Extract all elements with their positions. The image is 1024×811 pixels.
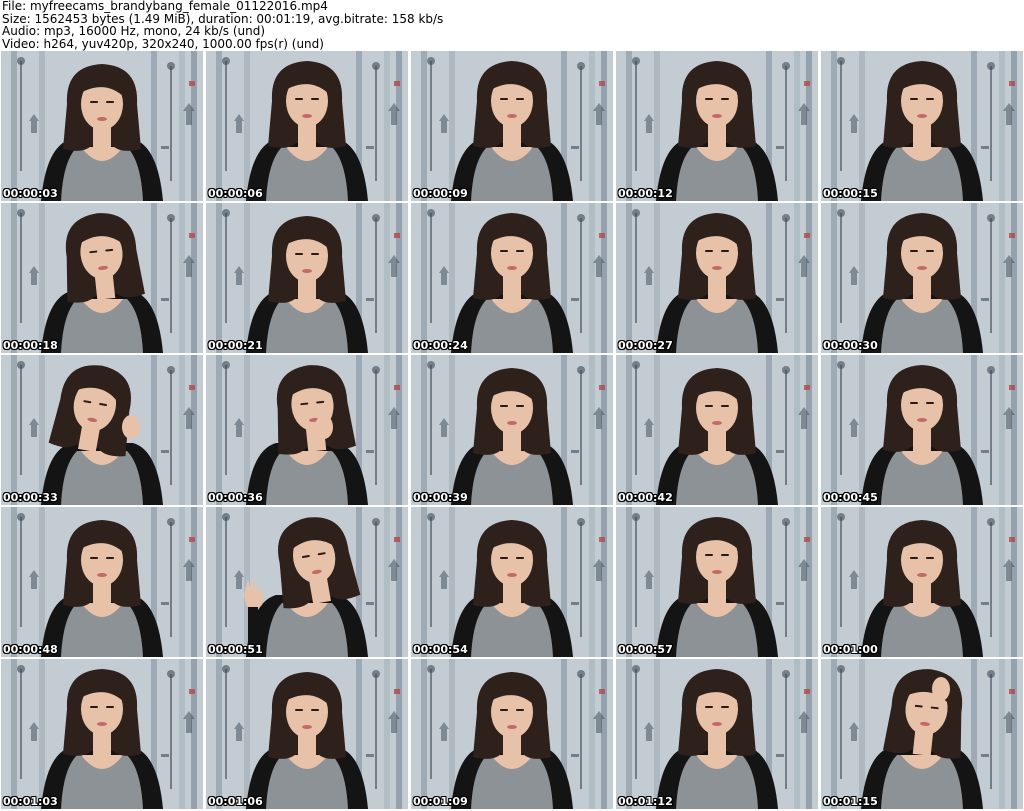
video-frame-thumbnail: 00:01:03	[1, 659, 203, 809]
frame-image	[206, 659, 408, 809]
frame-image	[821, 507, 1023, 657]
frame-image	[616, 659, 818, 809]
frame-timestamp: 00:00:24	[413, 339, 468, 352]
video-frame-thumbnail: 00:00:24	[411, 203, 613, 353]
frame-timestamp: 00:01:15	[823, 795, 878, 808]
frame-image	[411, 507, 613, 657]
frame-timestamp: 00:00:27	[618, 339, 673, 352]
thumbnail-grid: 00:00:03 00:00:06 00:00:09 00:00:12 00:00:15…	[1, 51, 1023, 810]
video-frame-thumbnail: 00:00:57	[616, 507, 818, 657]
frame-image	[821, 203, 1023, 353]
frame-timestamp: 00:00:36	[208, 491, 263, 504]
frame-timestamp: 00:00:12	[618, 187, 673, 200]
video-info: Video: h264, yuv420p, 320x240, 1000.00 f…	[2, 36, 324, 51]
video-frame-thumbnail: 00:00:15	[821, 51, 1023, 201]
frame-timestamp: 00:01:12	[618, 795, 673, 808]
frame-image	[411, 203, 613, 353]
frame-timestamp: 00:00:51	[208, 643, 263, 656]
frame-timestamp: 00:01:03	[3, 795, 58, 808]
video-frame-thumbnail: 00:01:09	[411, 659, 613, 809]
frame-image	[411, 659, 613, 809]
frame-image	[206, 51, 408, 201]
frame-timestamp: 00:01:00	[823, 643, 878, 656]
video-frame-thumbnail: 00:01:06	[206, 659, 408, 809]
frame-image	[821, 355, 1023, 505]
frame-timestamp: 00:00:48	[3, 643, 58, 656]
video-frame-thumbnail: 00:00:51	[206, 507, 408, 657]
frame-image	[206, 355, 408, 505]
frame-timestamp: 00:00:09	[413, 187, 468, 200]
file-name: File: myfreecams_brandybang_female_01122…	[2, 0, 328, 13]
frame-timestamp: 00:00:18	[3, 339, 58, 352]
video-frame-thumbnail: 00:00:54	[411, 507, 613, 657]
video-frame-thumbnail: 00:00:09	[411, 51, 613, 201]
video-frame-thumbnail: 00:01:15	[821, 659, 1023, 809]
frame-timestamp: 00:00:15	[823, 187, 878, 200]
frame-image	[1, 659, 203, 809]
frame-image	[616, 203, 818, 353]
frame-image	[1, 355, 203, 505]
info-header: File: myfreecams_brandybang_female_01122…	[2, 0, 1020, 50]
frame-timestamp: 00:00:54	[413, 643, 468, 656]
video-frame-thumbnail: 00:00:06	[206, 51, 408, 201]
frame-image	[1, 51, 203, 201]
frame-image	[616, 51, 818, 201]
frame-timestamp: 00:00:03	[3, 187, 58, 200]
video-frame-thumbnail: 00:01:00	[821, 507, 1023, 657]
frame-image	[206, 203, 408, 353]
frame-image	[411, 51, 613, 201]
frame-image	[616, 355, 818, 505]
frame-timestamp: 00:00:42	[618, 491, 673, 504]
video-frame-thumbnail: 00:00:30	[821, 203, 1023, 353]
frame-timestamp: 00:00:45	[823, 491, 878, 504]
video-frame-thumbnail: 00:00:39	[411, 355, 613, 505]
audio-info: Audio: mp3, 16000 Hz, mono, 24 kb/s (und…	[2, 24, 266, 38]
frame-timestamp: 00:01:06	[208, 795, 263, 808]
video-frame-thumbnail: 00:00:21	[206, 203, 408, 353]
frame-image	[411, 355, 613, 505]
frame-timestamp: 00:00:57	[618, 643, 673, 656]
video-frame-thumbnail: 00:01:12	[616, 659, 818, 809]
video-frame-thumbnail: 00:00:33	[1, 355, 203, 505]
video-frame-thumbnail: 00:00:18	[1, 203, 203, 353]
frame-timestamp: 00:00:39	[413, 491, 468, 504]
video-frame-thumbnail: 00:00:42	[616, 355, 818, 505]
frame-timestamp: 00:01:09	[413, 795, 468, 808]
video-frame-thumbnail: 00:00:03	[1, 51, 203, 201]
frame-image	[616, 507, 818, 657]
video-frame-thumbnail: 00:00:36	[206, 355, 408, 505]
frame-image	[821, 51, 1023, 201]
frame-image	[1, 203, 203, 353]
frame-timestamp: 00:00:06	[208, 187, 263, 200]
frame-image	[1, 507, 203, 657]
frame-timestamp: 00:00:21	[208, 339, 263, 352]
video-frame-thumbnail: 00:00:45	[821, 355, 1023, 505]
frame-timestamp: 00:00:30	[823, 339, 878, 352]
frame-image	[821, 659, 1023, 809]
video-frame-thumbnail: 00:00:27	[616, 203, 818, 353]
video-frame-thumbnail: 00:00:48	[1, 507, 203, 657]
frame-timestamp: 00:00:33	[3, 491, 58, 504]
frame-image	[206, 507, 408, 657]
video-frame-thumbnail: 00:00:12	[616, 51, 818, 201]
